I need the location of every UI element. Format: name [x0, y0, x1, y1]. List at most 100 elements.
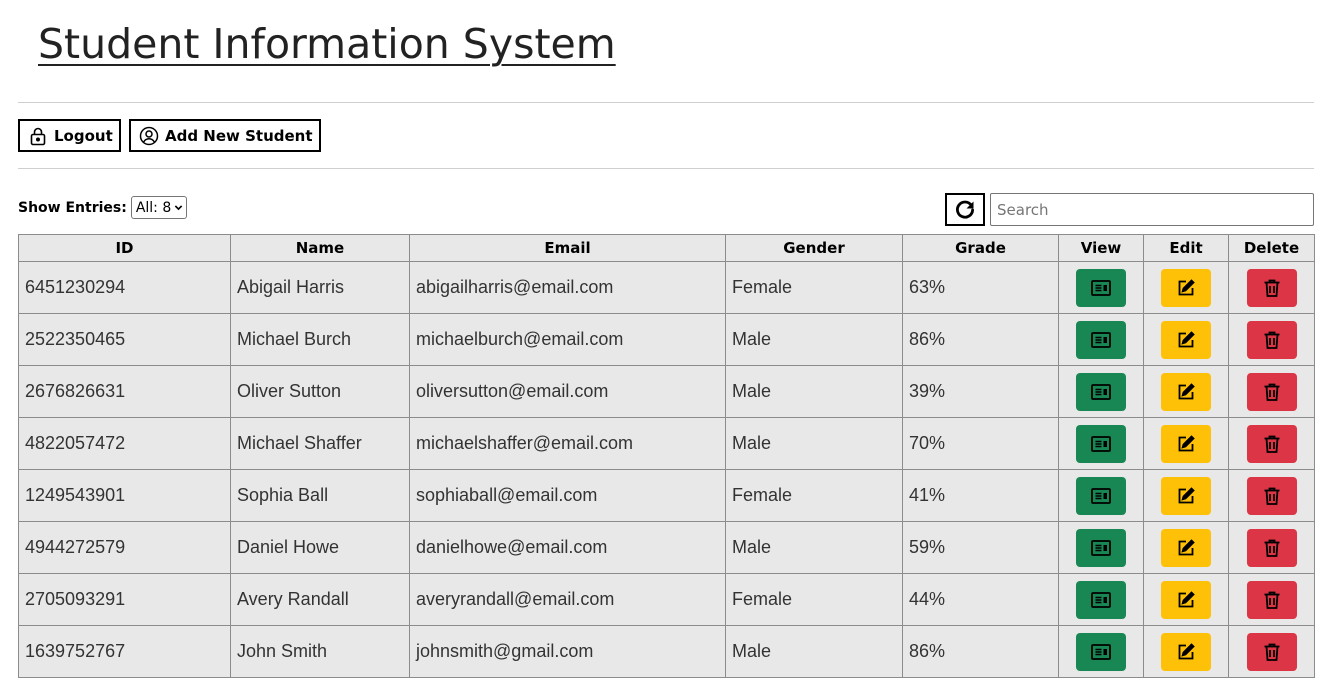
cell-email: danielhowe@email.com	[409, 521, 726, 574]
column-header-id[interactable]: ID	[18, 234, 231, 262]
refresh-button[interactable]	[945, 193, 985, 226]
table-row: 4944272579 Daniel Howe danielhowe@email.co…	[18, 521, 1315, 574]
cell-grade: 86%	[902, 313, 1059, 366]
id-card-icon	[1091, 435, 1111, 452]
cell-grade: 86%	[902, 625, 1059, 678]
delete-button[interactable]	[1246, 424, 1297, 463]
pencil-square-icon	[1178, 642, 1195, 659]
cell-id: 2705093291	[18, 573, 231, 626]
cell-gender: Male	[725, 625, 903, 678]
cell-name: John Smith	[230, 625, 410, 678]
trash-icon	[1264, 383, 1279, 401]
cell-delete	[1228, 417, 1315, 470]
delete-button[interactable]	[1246, 632, 1297, 671]
page-title: Student Information System	[38, 20, 616, 68]
cell-email: michaelshaffer@email.com	[409, 417, 726, 470]
cell-edit	[1143, 365, 1229, 418]
cell-delete	[1228, 261, 1315, 314]
view-button[interactable]	[1076, 632, 1126, 671]
cell-view	[1058, 261, 1144, 314]
cell-gender: Male	[725, 365, 903, 418]
trash-icon	[1264, 331, 1279, 349]
edit-button[interactable]	[1161, 476, 1211, 515]
add-new-student-label: Add New Student	[165, 126, 313, 145]
delete-button[interactable]	[1246, 528, 1297, 567]
cell-name: Daniel Howe	[230, 521, 410, 574]
add-new-student-button[interactable]: Add New Student	[129, 119, 321, 152]
id-card-icon	[1091, 539, 1111, 556]
delete-button[interactable]	[1246, 320, 1297, 359]
view-button[interactable]	[1076, 268, 1126, 307]
trash-icon	[1264, 487, 1279, 505]
id-card-icon	[1091, 331, 1111, 348]
edit-button[interactable]	[1161, 424, 1211, 463]
cell-email: oliversutton@email.com	[409, 365, 726, 418]
view-button[interactable]	[1076, 424, 1126, 463]
table-header-row: ID Name Email Gender Grade View Edit Del…	[18, 234, 1315, 262]
cell-name: Avery Randall	[230, 573, 410, 626]
delete-button[interactable]	[1246, 372, 1297, 411]
view-button[interactable]	[1076, 476, 1126, 515]
students-table: ID Name Email Gender Grade View Edit Del…	[18, 234, 1315, 678]
pencil-square-icon	[1178, 538, 1195, 555]
cell-view	[1058, 573, 1144, 626]
view-button[interactable]	[1076, 528, 1126, 567]
cell-view	[1058, 365, 1144, 418]
column-header-email[interactable]: Email	[409, 234, 726, 262]
cell-delete	[1228, 469, 1315, 522]
delete-button[interactable]	[1246, 476, 1297, 515]
cell-id: 6451230294	[18, 261, 231, 314]
edit-button[interactable]	[1161, 372, 1211, 411]
cell-grade: 39%	[902, 365, 1059, 418]
pencil-square-icon	[1178, 382, 1195, 399]
header-divider	[18, 102, 1314, 103]
cell-edit	[1143, 625, 1229, 678]
view-button[interactable]	[1076, 580, 1126, 619]
cell-edit	[1143, 313, 1229, 366]
logout-button[interactable]: Logout	[18, 119, 121, 152]
table-row: 1249543901 Sophia Ball sophiaball@email.co…	[18, 469, 1315, 522]
delete-button[interactable]	[1246, 580, 1297, 619]
cell-view	[1058, 313, 1144, 366]
id-card-icon	[1091, 591, 1111, 608]
column-header-name[interactable]: Name	[230, 234, 410, 262]
search-input[interactable]	[990, 193, 1314, 226]
entries-select[interactable]: All: 8	[130, 196, 188, 219]
edit-button[interactable]	[1161, 580, 1211, 619]
edit-button[interactable]	[1161, 320, 1211, 359]
edit-button[interactable]	[1161, 268, 1211, 307]
chevron-down-icon	[175, 205, 183, 211]
cell-name: Abigail Harris	[230, 261, 410, 314]
show-entries-control: Show Entries: All: 8	[18, 196, 188, 219]
cell-id: 4944272579	[18, 521, 231, 574]
cell-grade: 44%	[902, 573, 1059, 626]
column-header-grade[interactable]: Grade	[902, 234, 1059, 262]
cell-delete	[1228, 625, 1315, 678]
cell-id: 2522350465	[18, 313, 231, 366]
id-card-icon	[1091, 643, 1111, 660]
cell-email: johnsmith@gmail.com	[409, 625, 726, 678]
delete-button[interactable]	[1246, 268, 1297, 307]
cell-delete	[1228, 573, 1315, 626]
cell-edit	[1143, 521, 1229, 574]
cell-name: Michael Shaffer	[230, 417, 410, 470]
edit-button[interactable]	[1161, 632, 1211, 671]
show-entries-label: Show Entries:	[18, 199, 127, 216]
view-button[interactable]	[1076, 320, 1126, 359]
trash-icon	[1264, 435, 1279, 453]
trash-icon	[1264, 643, 1279, 661]
cell-id: 1639752767	[18, 625, 231, 678]
trash-icon	[1264, 279, 1279, 297]
pencil-square-icon	[1178, 486, 1195, 503]
table-row: 4822057472 Michael Shaffer michaelshaffer@…	[18, 417, 1315, 470]
cell-delete	[1228, 313, 1315, 366]
cell-grade: 59%	[902, 521, 1059, 574]
cell-name: Sophia Ball	[230, 469, 410, 522]
cell-name: Oliver Sutton	[230, 365, 410, 418]
cell-email: sophiaball@email.com	[409, 469, 726, 522]
view-button[interactable]	[1076, 372, 1126, 411]
column-header-gender[interactable]: Gender	[725, 234, 903, 262]
id-card-icon	[1091, 383, 1111, 400]
table-row: 2522350465 Michael Burch michaelburch@emai…	[18, 313, 1315, 366]
edit-button[interactable]	[1161, 528, 1211, 567]
